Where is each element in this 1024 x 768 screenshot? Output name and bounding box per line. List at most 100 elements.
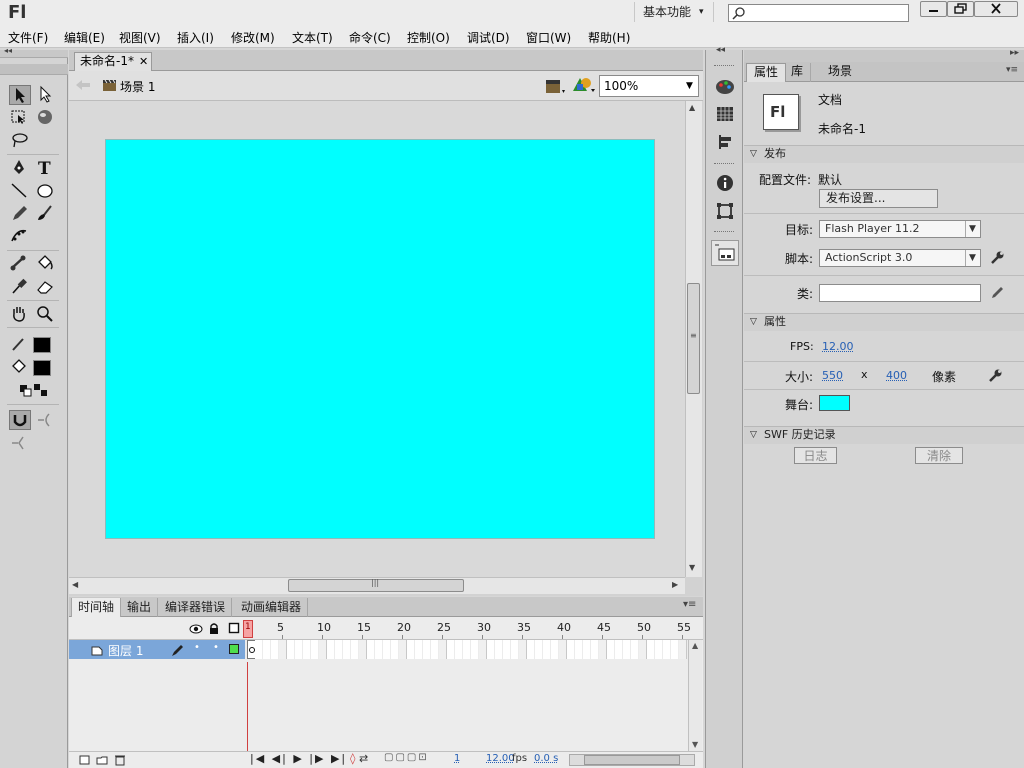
close-tab-icon[interactable]: ✕ <box>139 53 148 70</box>
lasso-tool[interactable] <box>9 131 31 151</box>
frame-cell[interactable] <box>391 640 399 659</box>
frame-cells[interactable] <box>247 640 687 659</box>
frame-cell[interactable] <box>487 640 495 659</box>
timeline-vertical-scrollbar[interactable]: ▲ ▼ <box>688 640 702 751</box>
scroll-right-icon[interactable]: ▶ <box>672 580 678 589</box>
timeline-scroll-thumb[interactable] <box>584 755 680 765</box>
frame-cell[interactable] <box>495 640 503 659</box>
menu-insert[interactable]: 插入(I) <box>177 29 214 46</box>
tab-library[interactable]: 库 <box>784 63 812 82</box>
new-folder-icon[interactable] <box>96 755 108 766</box>
scroll-up-icon[interactable]: ▲ <box>689 103 695 112</box>
menu-help[interactable]: 帮助(H) <box>588 29 630 46</box>
pencil-tool[interactable] <box>9 204 31 224</box>
section-swf-history[interactable]: ▽ SWF 历史记录 <box>744 426 1024 444</box>
workspace-switcher[interactable]: 基本功能 ▾ <box>634 2 714 22</box>
edit-symbols-icon[interactable] <box>572 75 596 95</box>
frame-cell[interactable] <box>599 640 607 659</box>
frame-cell[interactable] <box>351 640 359 659</box>
frame-cell[interactable] <box>671 640 679 659</box>
selection-tool[interactable] <box>9 85 31 105</box>
frame-cell[interactable] <box>359 640 367 659</box>
frame-cell[interactable] <box>439 640 447 659</box>
frame-cell[interactable] <box>375 640 383 659</box>
fill-color-swatch[interactable] <box>33 360 51 376</box>
tab-properties[interactable]: 属性 <box>746 63 787 82</box>
deco-tool[interactable] <box>9 227 31 247</box>
stroke-color-icon[interactable] <box>9 335 31 355</box>
menu-commands[interactable]: 命令(C) <box>349 29 391 46</box>
document-tab[interactable]: 未命名-1* ✕ <box>74 52 152 71</box>
menu-modify[interactable]: 修改(M) <box>231 29 275 46</box>
frame-cell[interactable] <box>447 640 455 659</box>
scroll-down-icon[interactable]: ▼ <box>689 563 695 572</box>
frame-cell[interactable] <box>591 640 599 659</box>
tab-timeline[interactable]: 时间轴 <box>71 598 122 617</box>
help-search-input[interactable] <box>728 4 909 22</box>
frame-cell[interactable] <box>655 640 663 659</box>
free-transform-tool[interactable] <box>9 108 31 128</box>
frame-cell[interactable] <box>255 640 263 659</box>
elapsed-time-readout[interactable]: 0.0 s <box>534 753 558 764</box>
onion-skin-icons[interactable]: ▢▢▢⊡ <box>384 752 429 763</box>
frame-cell[interactable] <box>519 640 527 659</box>
back-arrow-icon[interactable] <box>75 79 91 91</box>
text-tool[interactable]: T <box>35 158 57 178</box>
current-frame-readout[interactable]: 1 <box>454 753 460 764</box>
panel-menu-icon[interactable]: ▾≡ <box>1006 65 1018 75</box>
info-icon[interactable] <box>716 174 734 192</box>
frame-cell[interactable] <box>311 640 319 659</box>
frame-cell[interactable] <box>535 640 543 659</box>
snap-to-objects-button[interactable] <box>9 410 31 430</box>
frame-cell[interactable] <box>271 640 279 659</box>
trash-icon[interactable] <box>114 754 126 766</box>
frame-cell[interactable] <box>567 640 575 659</box>
frame-cell[interactable] <box>303 640 311 659</box>
zoom-select[interactable]: 100% ▼ <box>599 75 699 97</box>
stage-color-swatch[interactable] <box>819 395 850 411</box>
brush-tool[interactable] <box>35 204 57 224</box>
pen-tool[interactable] <box>9 158 31 178</box>
horizontal-scrollbar[interactable]: ◀ ||| ▶ <box>69 577 685 594</box>
paint-bucket-tool[interactable] <box>35 254 57 274</box>
frame-cell[interactable] <box>559 640 567 659</box>
fill-color-icon[interactable] <box>9 358 31 378</box>
frame-cell[interactable] <box>503 640 511 659</box>
tab-scene[interactable]: 场景 <box>821 63 859 82</box>
color-grid-icon[interactable] <box>716 106 734 122</box>
hand-tool[interactable] <box>9 304 31 324</box>
loop-icon[interactable]: ⇄ <box>359 752 368 765</box>
visibility-dot-icon[interactable]: • <box>194 642 200 653</box>
frame-cell[interactable] <box>399 640 407 659</box>
pencil-edit-icon[interactable] <box>990 285 1005 300</box>
frame-cell[interactable] <box>287 640 295 659</box>
frame-cell[interactable] <box>263 640 271 659</box>
layer-name[interactable]: 图层 1 <box>108 642 143 659</box>
frame-cell[interactable] <box>663 640 671 659</box>
zoom-tool[interactable] <box>35 304 57 324</box>
frame-cell[interactable] <box>463 640 471 659</box>
eyedropper-tool[interactable] <box>9 277 31 297</box>
horizontal-scroll-thumb[interactable]: ||| <box>288 578 464 592</box>
frame-cell[interactable] <box>575 640 583 659</box>
swap-colors-button[interactable] <box>31 381 53 401</box>
layer-row[interactable]: 图层 1 • • <box>69 640 245 659</box>
frame-cell[interactable] <box>415 640 423 659</box>
frame-cell[interactable] <box>455 640 463 659</box>
swatches-palette-icon[interactable] <box>715 78 735 96</box>
frame-cell[interactable] <box>407 640 415 659</box>
stage-canvas[interactable] <box>105 139 655 539</box>
menu-text[interactable]: 文本(T) <box>292 29 333 46</box>
stroke-color-swatch[interactable] <box>33 337 51 353</box>
restore-button[interactable] <box>947 1 974 17</box>
frame-cell[interactable] <box>327 640 335 659</box>
frame-cell[interactable] <box>607 640 615 659</box>
eye-icon[interactable] <box>189 623 203 635</box>
vertical-scroll-thumb[interactable]: ≡ <box>687 283 700 394</box>
center-frame-icon[interactable]: ◊ <box>350 752 355 765</box>
frame-cell[interactable] <box>623 640 631 659</box>
line-tool[interactable] <box>9 181 31 201</box>
oval-tool[interactable] <box>35 181 57 201</box>
publish-settings-button[interactable]: 发布设置... <box>819 189 938 208</box>
section-properties[interactable]: ▽ 属性 <box>744 313 1024 331</box>
